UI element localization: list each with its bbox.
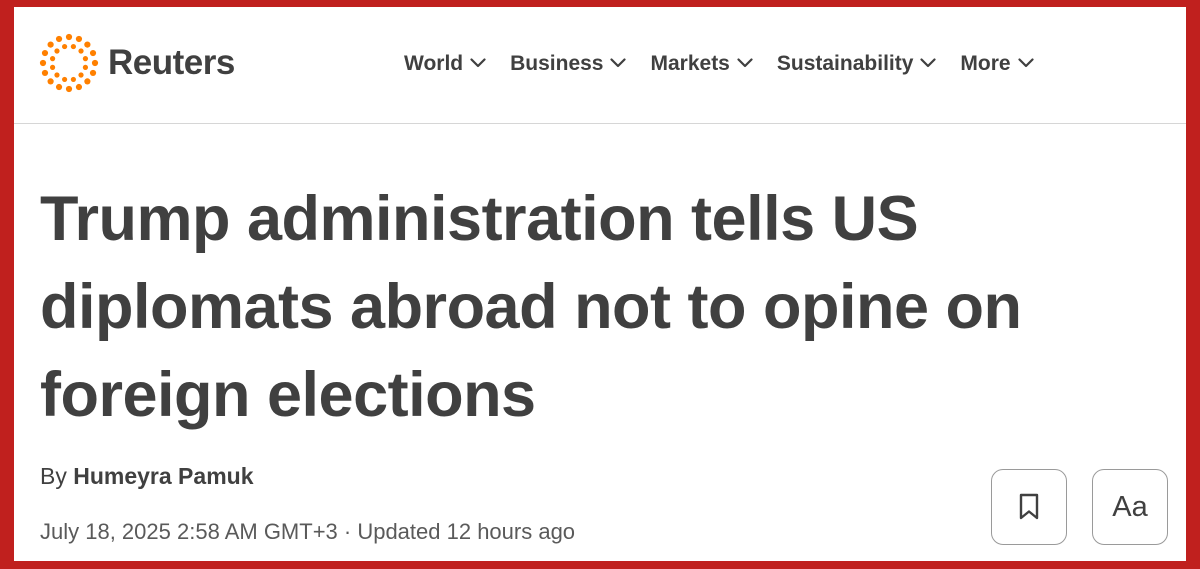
nav-item-world[interactable]: World — [404, 52, 486, 76]
nav-item-label: Business — [510, 52, 604, 75]
text-size-label: Aa — [1112, 490, 1148, 523]
chevron-down-icon — [920, 58, 937, 68]
nav-item-more[interactable]: More — [960, 52, 1034, 76]
nav-item-business[interactable]: Business — [510, 52, 627, 76]
byline: By Humeyra Pamuk — [40, 463, 253, 490]
page-frame: Reuters World Business Markets Sustainab… — [0, 0, 1200, 569]
chevron-down-icon — [610, 58, 627, 68]
brand-name: Reuters — [108, 43, 235, 82]
main-nav: World Business Markets Sustainability Mo… — [404, 47, 1034, 81]
chevron-down-icon — [470, 58, 486, 68]
reuters-logo-icon — [39, 33, 99, 93]
nav-item-label: Markets — [650, 52, 730, 75]
nav-item-label: More — [960, 52, 1011, 75]
nav-item-markets[interactable]: Markets — [650, 52, 753, 76]
chevron-down-icon — [737, 58, 753, 68]
nav-item-label: Sustainability — [776, 52, 914, 75]
byline-prefix: By — [40, 463, 67, 489]
site-header: Reuters World Business Markets Sustainab… — [14, 7, 1186, 124]
bookmark-icon — [1019, 493, 1039, 520]
article-headline: Trump administration tells US diplomats … — [40, 184, 1022, 430]
nav-item-label: World — [404, 52, 464, 75]
nav-item-sustainability[interactable]: Sustainability — [777, 52, 937, 76]
text-size-button[interactable]: Aa — [1092, 469, 1168, 545]
chevron-down-icon — [1017, 58, 1034, 68]
reuters-logo[interactable]: Reuters — [38, 32, 235, 94]
author-link[interactable]: Humeyra Pamuk — [73, 463, 253, 489]
bookmark-button[interactable] — [991, 469, 1067, 545]
article-dateline: July 18, 2025 2:58 AM GMT+3 · Updated 12… — [40, 519, 576, 544]
